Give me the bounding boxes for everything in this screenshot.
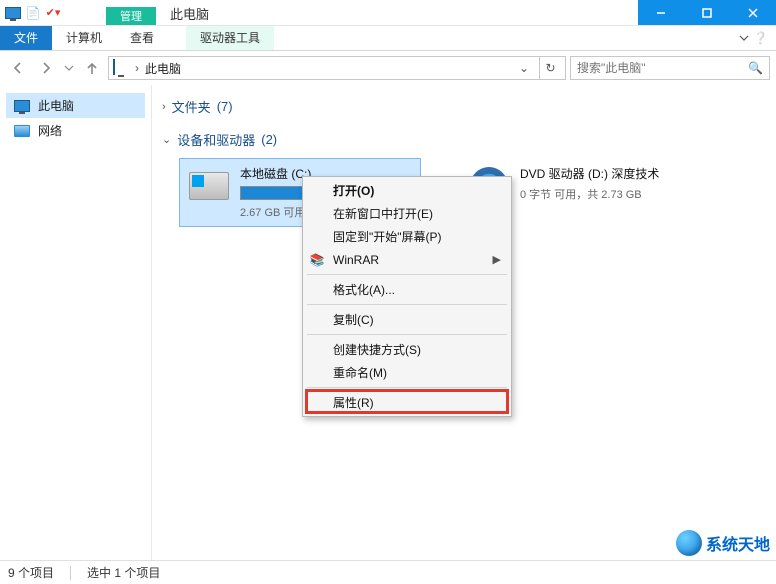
address-dropdown[interactable]: ⌄ xyxy=(515,61,533,75)
refresh-button[interactable]: ↻ xyxy=(539,57,561,79)
search-input[interactable] xyxy=(577,61,748,75)
menu-separator xyxy=(307,304,507,305)
back-button[interactable] xyxy=(6,56,30,80)
forward-button[interactable] xyxy=(34,56,58,80)
ql-folder-icon[interactable]: 📄 xyxy=(24,4,42,22)
contextual-tab-label: 管理 xyxy=(106,7,156,25)
watermark-text: 系统天地 xyxy=(706,531,770,555)
recent-button[interactable] xyxy=(62,56,76,80)
group-label: 设备和驱动器 xyxy=(177,130,255,149)
chevron-right-icon: › xyxy=(162,101,166,113)
monitor-icon xyxy=(14,98,30,114)
drive-name: DVD 驱动器 (D:) 深度技术 xyxy=(520,165,692,186)
sidebar-item-label: 此电脑 xyxy=(38,97,74,114)
submenu-arrow-icon: ▶ xyxy=(493,253,501,266)
sidebar-item-network[interactable]: 网络 xyxy=(6,118,145,143)
maximize-button[interactable] xyxy=(684,0,730,25)
window-controls xyxy=(638,0,776,25)
chevron-down-icon: ⌄ xyxy=(162,133,171,146)
sidebar-item-label: 网络 xyxy=(38,122,62,139)
tab-view[interactable]: 查看 xyxy=(116,26,168,50)
quick-launch: 📄 ✔▾ xyxy=(0,0,66,25)
status-selected: 选中 1 个项目 xyxy=(87,564,160,581)
drive-free: 0 字节 可用，共 2.73 GB xyxy=(520,186,692,202)
menu-create-shortcut[interactable]: 创建快捷方式(S) xyxy=(303,338,511,361)
menu-open-new-window[interactable]: 在新窗口中打开(E) xyxy=(303,202,511,225)
search-icon[interactable]: 🔍 xyxy=(748,61,763,75)
ribbon-collapse-button[interactable]: ❔ xyxy=(731,26,776,50)
tab-file[interactable]: 文件 xyxy=(0,26,52,50)
explorer-icon xyxy=(4,4,22,22)
status-bar: 9 个项目 选中 1 个项目 xyxy=(0,560,776,584)
breadcrumb-sep: › xyxy=(135,61,139,75)
menu-rename[interactable]: 重命名(M) xyxy=(303,361,511,384)
group-folders[interactable]: › 文件夹 (7) xyxy=(162,93,766,120)
contextual-tab[interactable]: 管理 xyxy=(106,7,156,25)
minimize-button[interactable] xyxy=(638,0,684,25)
group-count: (7) xyxy=(217,99,233,114)
up-button[interactable] xyxy=(80,56,104,80)
status-sep xyxy=(70,566,71,580)
navbar: › 此电脑 ⌄ ↻ 🔍 xyxy=(0,51,776,85)
menu-separator xyxy=(307,387,507,388)
hdd-icon xyxy=(188,165,230,207)
globe-icon xyxy=(676,530,702,556)
titlebar: 📄 ✔▾ 管理 此电脑 xyxy=(0,0,776,26)
search-box[interactable]: 🔍 xyxy=(570,56,770,80)
group-label: 文件夹 xyxy=(172,97,211,116)
ribbon-tabs: 文件 计算机 查看 驱动器工具 ❔ xyxy=(0,26,776,50)
menu-separator xyxy=(307,334,507,335)
nav-pane: 此电脑 网络 xyxy=(0,85,152,560)
menu-open[interactable]: 打开(O) xyxy=(303,179,511,202)
group-count: (2) xyxy=(261,132,277,147)
window-title: 此电脑 xyxy=(156,0,223,25)
menu-winrar[interactable]: 📚 WinRAR ▶ xyxy=(303,248,511,271)
sidebar-item-thispc[interactable]: 此电脑 xyxy=(6,93,145,118)
breadcrumb[interactable]: 此电脑 xyxy=(145,60,181,77)
help-icon[interactable]: ❔ xyxy=(753,31,768,45)
menu-properties[interactable]: 属性(R) xyxy=(303,391,511,414)
menu-separator xyxy=(307,274,507,275)
location-icon xyxy=(113,60,129,76)
ql-check-icon[interactable]: ✔▾ xyxy=(44,4,62,22)
menu-pin-start[interactable]: 固定到"开始"屏幕(P) xyxy=(303,225,511,248)
winrar-icon: 📚 xyxy=(309,252,325,268)
status-count: 9 个项目 xyxy=(8,564,54,581)
menu-format[interactable]: 格式化(A)... xyxy=(303,278,511,301)
context-menu: 打开(O) 在新窗口中打开(E) 固定到"开始"屏幕(P) 📚 WinRAR ▶… xyxy=(302,176,512,417)
watermark: 系统天地 xyxy=(676,530,770,556)
network-icon xyxy=(14,123,30,139)
tab-computer[interactable]: 计算机 xyxy=(52,26,116,50)
chevron-down-icon xyxy=(739,33,749,43)
address-bar[interactable]: › 此电脑 ⌄ ↻ xyxy=(108,56,566,80)
close-button[interactable] xyxy=(730,0,776,25)
menu-copy[interactable]: 复制(C) xyxy=(303,308,511,331)
group-devices[interactable]: ⌄ 设备和驱动器 (2) xyxy=(162,126,766,153)
tab-drive-tools[interactable]: 驱动器工具 xyxy=(186,26,274,50)
